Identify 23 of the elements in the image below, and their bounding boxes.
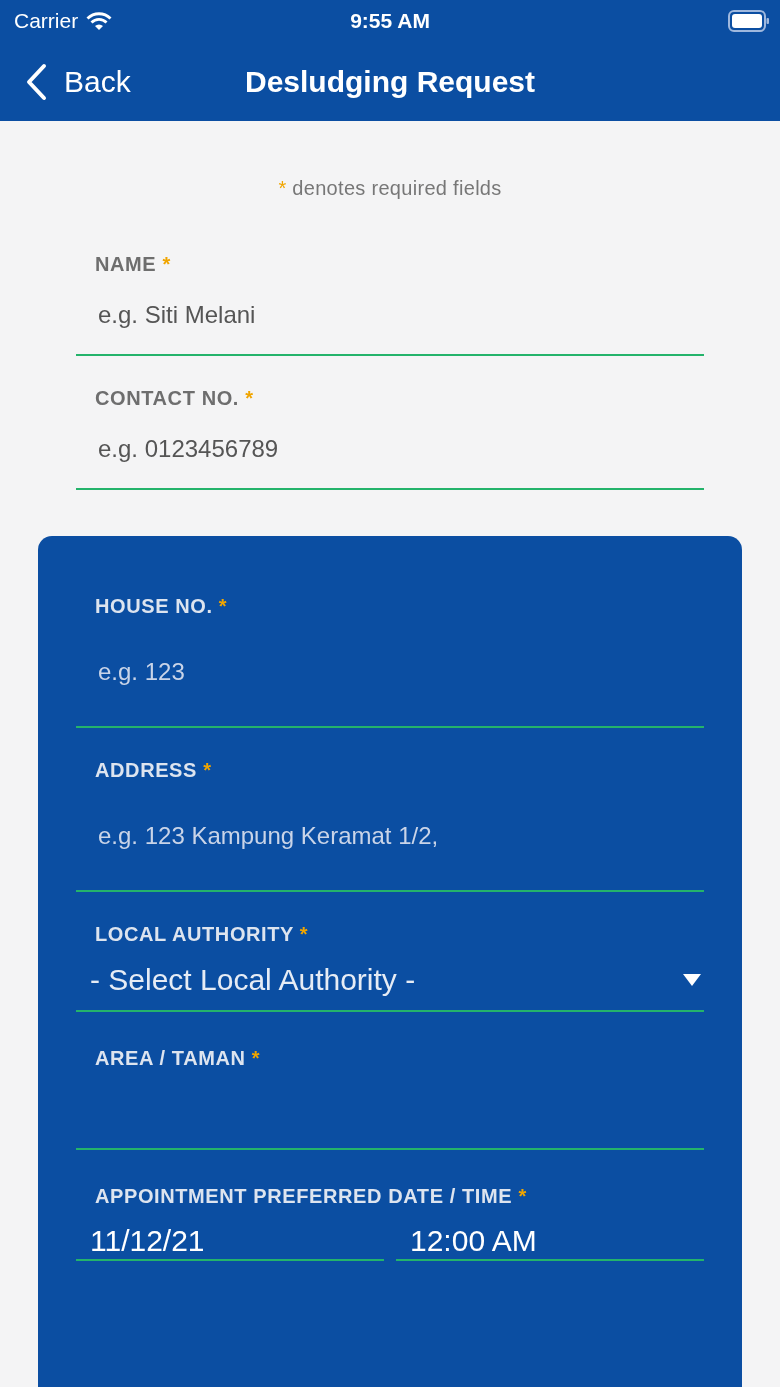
- dropdown-arrow-icon: [682, 973, 702, 987]
- field-label: HOUSE NO. *: [94, 594, 229, 618]
- field-label: LOCAL AUTHORITY *: [94, 922, 310, 947]
- input-field[interactable]: 11/12/21: [76, 1214, 384, 1261]
- chevron-left-icon: [24, 62, 48, 101]
- required-fields-note: * denotes required fields: [277, 177, 503, 200]
- dropdown[interactable]: - Select Local Authority -: [76, 950, 704, 1012]
- field-label: AREA / TAMAN *: [94, 1046, 262, 1070]
- input-field[interactable]: e.g. 0123456789: [76, 410, 704, 490]
- field-label: APPOINTMENT PREFERRED DATE / TIME *: [94, 1184, 528, 1208]
- battery-icon: [728, 10, 770, 32]
- clock-time: 9:55 AM: [349, 9, 431, 33]
- input-field[interactable]: e.g. Siti Melani: [76, 276, 704, 356]
- back-button[interactable]: Back: [24, 62, 131, 101]
- input-field[interactable]: e.g. 123: [76, 618, 704, 728]
- input-field[interactable]: e.g. 123 Kampung Keramat 1/2,: [76, 782, 704, 892]
- wifi-icon: [86, 11, 113, 31]
- input-field[interactable]: 12:00 AM: [396, 1214, 704, 1261]
- screen-title: Desludging Request: [245, 64, 535, 99]
- field-label: NAME *: [94, 252, 172, 276]
- carrier-name: Carrier: [14, 9, 79, 33]
- field-label: CONTACT NO. *: [94, 386, 255, 410]
- field-label: ADDRESS *: [94, 758, 213, 782]
